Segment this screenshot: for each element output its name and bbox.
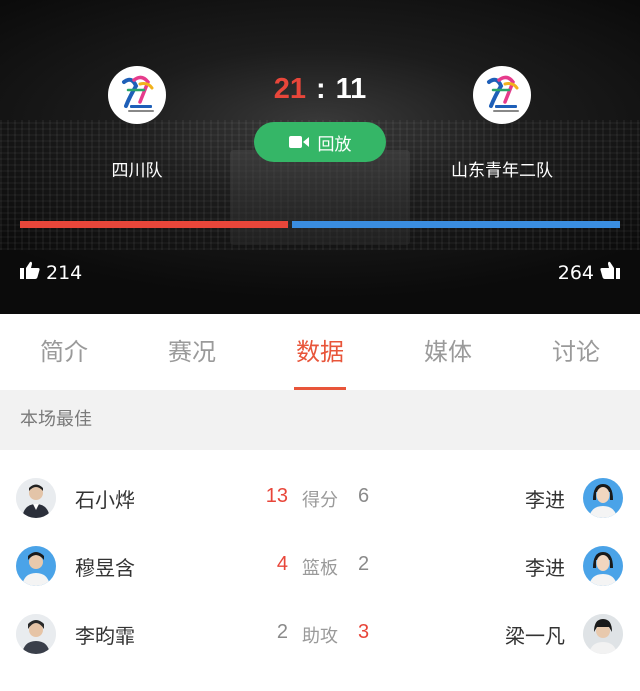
player-avatar[interactable] bbox=[583, 478, 623, 518]
away-stat-value: 2 bbox=[358, 553, 370, 575]
away-score: 11 bbox=[335, 73, 367, 105]
home-support-bar bbox=[20, 221, 288, 228]
section-title: 本场最佳 bbox=[0, 390, 640, 450]
tab-label: 媒体 bbox=[424, 338, 472, 366]
away-like-count: 264 bbox=[557, 261, 594, 284]
stat-row-rebounds[interactable]: 穆昱含 4 篮板 2 李进 bbox=[0, 536, 640, 596]
tab-live[interactable]: 赛况 bbox=[128, 314, 256, 390]
best-players-list: 石小烨 13 得分 6 李进 穆昱含 4 篮板 2 李进 李昀霏 2 助攻 3 … bbox=[0, 450, 640, 691]
away-team-name[interactable]: 山东青年二队 bbox=[451, 156, 553, 181]
player-avatar[interactable] bbox=[583, 614, 623, 654]
home-like-count: 214 bbox=[46, 261, 83, 284]
home-score: 21 bbox=[273, 73, 306, 105]
replay-label: 回放 bbox=[317, 134, 352, 155]
stat-row-assists[interactable]: 李昀霏 2 助攻 3 梁一凡 bbox=[0, 604, 640, 664]
away-player-name[interactable]: 李进 bbox=[525, 484, 565, 513]
tab-intro[interactable]: 简介 bbox=[0, 314, 128, 390]
tab-discussion[interactable]: 讨论 bbox=[512, 314, 640, 390]
tab-bar: 简介 赛况 数据 媒体 讨论 bbox=[0, 314, 640, 390]
tab-label: 数据 bbox=[296, 338, 344, 366]
stat-row-points[interactable]: 石小烨 13 得分 6 李进 bbox=[0, 468, 640, 528]
away-player-name[interactable]: 梁一凡 bbox=[505, 620, 565, 649]
score-separator: : bbox=[315, 73, 326, 105]
video-camera-icon bbox=[288, 135, 309, 149]
replay-button[interactable]: 回放 bbox=[254, 122, 386, 162]
tab-stats[interactable]: 数据 bbox=[256, 314, 384, 390]
scoreboard-header: 四川队 山东青年二队 21:11 回放 214 264 bbox=[0, 0, 640, 314]
player-avatar[interactable] bbox=[583, 546, 623, 586]
home-like-button[interactable]: 214 bbox=[20, 261, 82, 284]
tab-label: 简介 bbox=[40, 338, 88, 366]
away-like-button[interactable]: 264 bbox=[558, 261, 620, 284]
thumbs-up-icon bbox=[20, 261, 40, 284]
tab-label: 讨论 bbox=[552, 338, 600, 366]
away-player-name[interactable]: 李进 bbox=[525, 552, 565, 581]
home-team-name[interactable]: 四川队 bbox=[112, 156, 163, 181]
away-support-bar bbox=[292, 221, 620, 228]
away-stat-value: 6 bbox=[358, 485, 370, 507]
away-stat-value: 3 bbox=[358, 621, 370, 643]
tab-media[interactable]: 媒体 bbox=[384, 314, 512, 390]
thumbs-up-icon bbox=[600, 261, 620, 284]
tab-label: 赛况 bbox=[168, 338, 216, 366]
match-score: 21:11 bbox=[0, 73, 640, 106]
